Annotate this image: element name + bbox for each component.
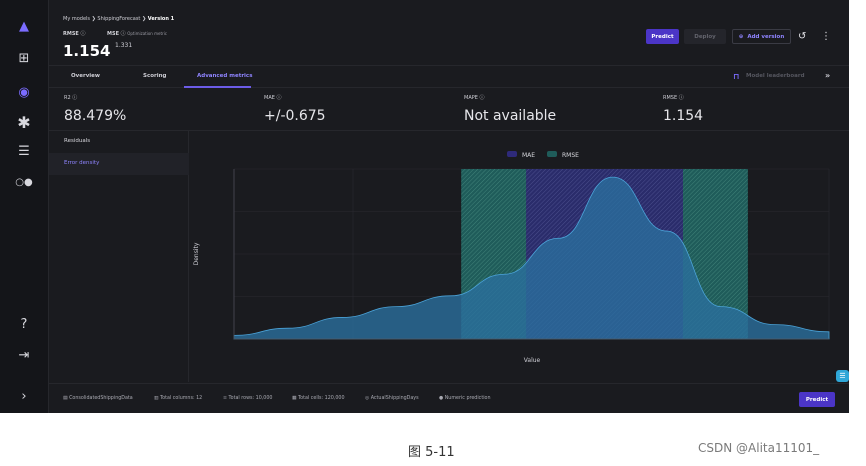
stats-row: R2 ⓘ 88.479% MAE ⓘ +/-0.675 MAPE ⓘ Not a…: [49, 89, 849, 131]
metrics-nav: Residuals Error density: [49, 131, 189, 382]
info-icon[interactable]: ⓘ: [80, 31, 85, 37]
metric-selector: RMSE ⓘ MSE ⓘ Optimization metric: [63, 30, 167, 37]
mse-value: 1.331: [115, 42, 133, 49]
stat-r2-value: 88.479%: [64, 108, 127, 124]
info-icon[interactable]: ⓘ: [480, 95, 485, 101]
chart-svg: MAE RMSE Value Density: [193, 151, 830, 364]
integrations-icon[interactable]: ✱: [14, 112, 34, 132]
info-icon[interactable]: ⓘ: [277, 95, 282, 101]
leaderboard-icon[interactable]: ⊓: [733, 72, 739, 81]
y-axis-label: Density: [193, 242, 200, 265]
footer-columns: ▥ Total columns: 12: [154, 396, 203, 401]
side-rail: ▲ ⊞ ◉ ✱ ☰ ○● ? ⇥ ›: [0, 0, 49, 413]
figure-caption: 图 5-11: [408, 445, 455, 460]
x-axis-label: Value: [524, 357, 541, 364]
stat-mape-label: MAPE ⓘ: [464, 95, 485, 101]
tab-overview[interactable]: Overview: [71, 73, 100, 79]
tab-advanced-metrics[interactable]: Advanced metrics: [197, 73, 252, 79]
nav-residuals[interactable]: Residuals: [49, 131, 189, 153]
footer-rows: ≡ Total rows: 10,000: [223, 396, 273, 401]
chip-icon[interactable]: ⊞: [14, 48, 34, 68]
logout-icon[interactable]: ⇥: [14, 345, 34, 365]
stat-mae-label: MAE ⓘ: [264, 95, 282, 101]
legend-mae-swatch: [507, 151, 517, 157]
list-icon[interactable]: ☰: [14, 141, 34, 161]
deploy-button[interactable]: Deploy: [684, 29, 726, 44]
active-tab-indicator: [184, 86, 251, 88]
tab-scoring[interactable]: Scoring: [143, 73, 166, 79]
plus-circle-icon: ⊕: [738, 33, 744, 40]
status-footer: ▤ ConsolidatedShippingData ▥ Total colum…: [49, 383, 849, 413]
stat-mae-value: +/-0.675: [264, 108, 326, 124]
footer-problem-type: ● Numeric prediction: [439, 396, 491, 401]
history-icon[interactable]: ↺: [798, 31, 806, 42]
watermark: CSDN @Alita11101_: [698, 441, 820, 455]
canvas-app: ▲ ⊞ ◉ ✱ ☰ ○● ? ⇥ › My models ❯ ShippingF…: [0, 0, 849, 413]
info-icon[interactable]: ⓘ: [679, 95, 684, 101]
collapse-icon[interactable]: »: [825, 71, 830, 80]
model-leaderboard-link[interactable]: Model leaderboard: [746, 73, 805, 79]
expand-icon[interactable]: ›: [14, 386, 34, 406]
error-density-chart: MAE RMSE Value Density ☰: [189, 131, 849, 382]
stat-rmse-label: RMSE ⓘ: [663, 95, 684, 101]
stat-mape-value: Not available: [464, 108, 557, 124]
help-icon[interactable]: ?: [14, 314, 34, 334]
chat-icon[interactable]: ☰: [836, 370, 849, 382]
legend-rmse-swatch: [547, 151, 557, 157]
breadcrumb-model[interactable]: ShippingForecast: [97, 16, 140, 22]
footer-dataset[interactable]: ▤ ConsolidatedShippingData: [63, 396, 133, 401]
breadcrumb-my-models[interactable]: My models: [63, 16, 90, 22]
legend-mae-label: MAE: [522, 152, 535, 159]
add-version-button[interactable]: ⊕ Add version: [732, 29, 791, 44]
optimization-metric-note: Optimization metric: [127, 31, 167, 36]
more-options-icon[interactable]: ⋮: [821, 31, 831, 42]
tab-bar: Overview Scoring Advanced metrics ⊓ Mode…: [49, 67, 849, 88]
info-icon[interactable]: ⓘ: [72, 95, 77, 101]
models-icon[interactable]: ◉: [14, 82, 34, 102]
nav-error-density[interactable]: Error density: [49, 153, 189, 175]
stat-rmse-value: 1.154: [663, 108, 704, 124]
breadcrumb: My models ❯ ShippingForecast ❯ Version 1: [63, 16, 174, 22]
predict-button[interactable]: Predict: [646, 29, 679, 44]
footer-target: ◎ ActualShippingDays: [365, 396, 419, 401]
metric-mse-label[interactable]: MSE: [107, 31, 119, 37]
toggle-icon[interactable]: ○●: [14, 172, 34, 192]
model-header: My models ❯ ShippingForecast ❯ Version 1…: [49, 0, 849, 66]
stat-r2-label: R2 ⓘ: [64, 95, 78, 101]
breadcrumb-version[interactable]: Version 1: [148, 16, 174, 22]
metric-rmse-label[interactable]: RMSE: [63, 31, 79, 37]
legend-rmse-label: RMSE: [562, 152, 579, 159]
add-version-label: Add version: [747, 33, 785, 40]
rmse-value: 1.154: [63, 42, 111, 60]
footer-cells: ▦ Total cells: 120,000: [292, 396, 345, 401]
logo-icon: ▲: [19, 18, 29, 34]
footer-predict-button[interactable]: Predict: [799, 392, 835, 407]
